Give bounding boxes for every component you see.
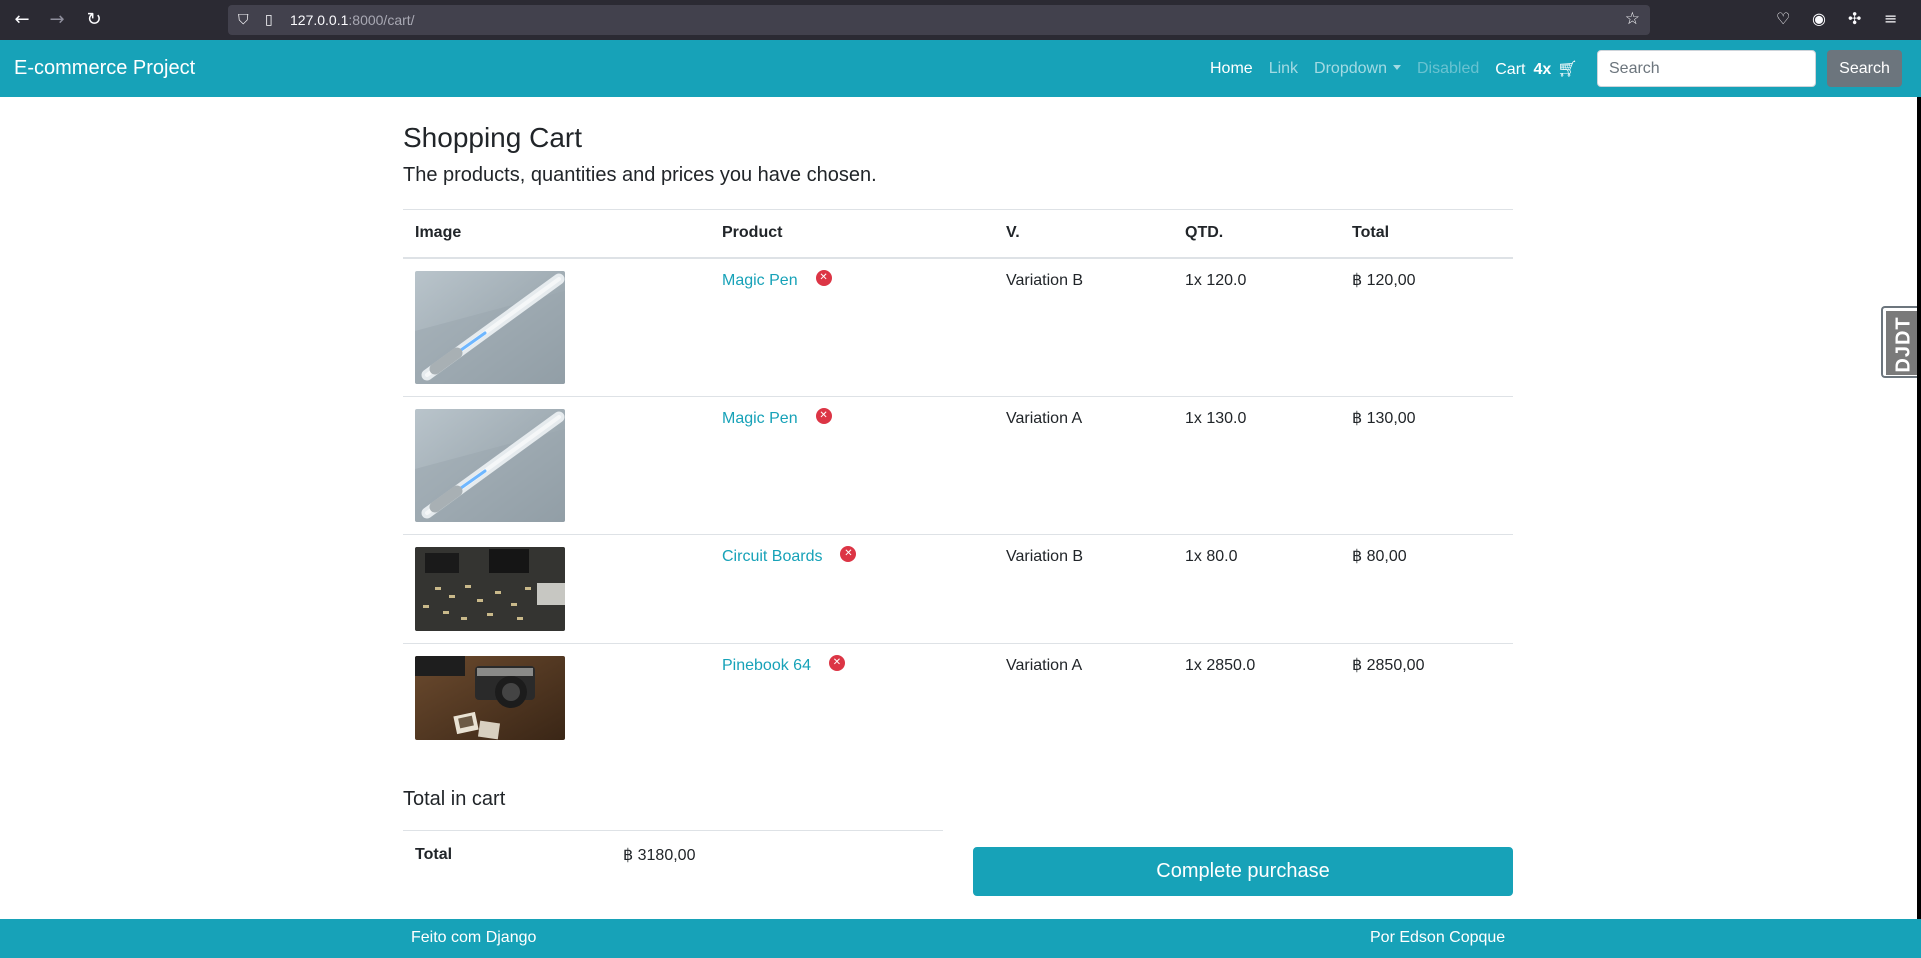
footer-right-text: Por Edson Copque bbox=[1370, 929, 1506, 946]
product-link[interactable]: Circuit Boards bbox=[722, 548, 822, 565]
variation-cell: Variation A bbox=[994, 642, 1173, 752]
table-header-row: Image Product V. QTD. Total bbox=[403, 209, 1513, 259]
account-icon[interactable]: ◉ bbox=[1812, 9, 1826, 28]
debug-toolbar-badge: DJDT bbox=[1886, 311, 1920, 375]
forward-arrow-icon[interactable]: → bbox=[45, 8, 69, 32]
variation-cell: Variation B bbox=[1006, 271, 1084, 289]
back-arrow-icon[interactable]: ← bbox=[10, 8, 34, 32]
nav-dropdown-label: Dropdown bbox=[1314, 59, 1387, 77]
star-icon[interactable]: ☆ bbox=[1625, 9, 1640, 29]
nav-home[interactable]: Home bbox=[1210, 60, 1253, 78]
page-icon: ▯ bbox=[265, 12, 273, 28]
search-input[interactable] bbox=[1597, 50, 1816, 87]
total-cell: ฿ 2850,00 bbox=[1340, 642, 1513, 752]
image-cell bbox=[403, 395, 710, 534]
variation-cell: Variation B bbox=[994, 533, 1173, 643]
total-cell: ฿ 80,00 bbox=[1340, 533, 1513, 643]
nav-links: Home Link Dropdown Disabled Cart 4x 🛒︎ bbox=[1210, 40, 1594, 97]
summary-table: Total ฿ 3180,00 bbox=[403, 830, 943, 879]
quantity-cell: 1x 80.0 bbox=[1173, 533, 1340, 643]
nav-disabled: Disabled bbox=[1416, 59, 1480, 77]
header-product: Product bbox=[710, 209, 994, 259]
pocket-icon[interactable]: ♡ bbox=[1776, 9, 1790, 28]
total-cell: ฿ 120,00 bbox=[1352, 271, 1416, 289]
page-title: Shopping Cart bbox=[403, 122, 583, 153]
product-cell: Circuit Boards ✕ bbox=[710, 533, 994, 643]
nav-cart[interactable]: Cart 4x 🛒︎ bbox=[1495, 59, 1577, 79]
site-footer: Feito com Django Por Edson Copque bbox=[0, 919, 1921, 958]
debug-toolbar-handle[interactable]: DJDT bbox=[1881, 306, 1921, 378]
total-cell: ฿ 130,00 bbox=[1340, 395, 1513, 534]
cart-count-badge: 4x bbox=[1533, 60, 1552, 78]
header-variation: V. bbox=[994, 209, 1173, 259]
site-navbar: E-commerce Project Home Link Dropdown Di… bbox=[0, 40, 1921, 97]
header-total: Total bbox=[1340, 209, 1513, 259]
product-cell: Magic Pen ✕ bbox=[710, 258, 994, 397]
product-link[interactable]: Magic Pen bbox=[722, 272, 798, 289]
footer-left-text: Feito com Django bbox=[411, 929, 537, 946]
debug-toolbar-label: DJDT bbox=[1892, 316, 1915, 373]
url-path: :8000/cart/ bbox=[348, 12, 415, 28]
product-image-camera[interactable] bbox=[415, 655, 565, 740]
product-link[interactable]: Magic Pen bbox=[722, 410, 798, 427]
page-lead: The products, quantities and prices you … bbox=[403, 164, 877, 186]
image-cell bbox=[403, 258, 710, 397]
table-row: Magic Pen ✕ Variation B 1x 120.0 ฿ 120,00 bbox=[403, 258, 1513, 397]
product-cell: Pinebook 64 ✕ bbox=[710, 642, 994, 752]
table-row: Magic Pen ✕ Variation A 1x 130.0 ฿ 130,00 bbox=[403, 395, 1513, 534]
quantity-cell: 1x 120.0 bbox=[1185, 271, 1247, 289]
image-cell bbox=[403, 642, 710, 752]
total-heading: Total in cart bbox=[403, 788, 506, 810]
product-cell: Magic Pen ✕ bbox=[710, 395, 994, 534]
product-link[interactable]: Pinebook 64 bbox=[722, 657, 811, 674]
url-text[interactable]: 127.0.0.1:8000/cart/ bbox=[290, 12, 415, 28]
image-cell bbox=[403, 533, 710, 643]
menu-icon[interactable]: ≡ bbox=[1884, 9, 1897, 28]
table-row: Pinebook 64 ✕ Variation A 1x 2850.0 ฿ 285… bbox=[403, 642, 1513, 752]
table-row: Circuit Boards ✕ Variation B 1x 80.0 ฿ 80… bbox=[403, 533, 1513, 643]
quantity-cell: 1x 130.0 bbox=[1173, 395, 1340, 534]
variation-cell: Variation A bbox=[994, 395, 1173, 534]
caret-down-icon bbox=[1392, 64, 1401, 70]
remove-icon[interactable]: ✕ bbox=[840, 546, 857, 563]
address-bar[interactable]: ⛉ ▯ 127.0.0.1:8000/cart/ ☆ bbox=[228, 5, 1650, 35]
cart-label: Cart bbox=[1495, 60, 1526, 78]
summary-label: Total bbox=[403, 830, 611, 879]
product-image-pen[interactable] bbox=[415, 270, 565, 384]
shield-icon[interactable]: ⛉ bbox=[238, 10, 249, 30]
remove-icon[interactable]: ✕ bbox=[828, 655, 845, 672]
remove-icon[interactable]: ✕ bbox=[815, 270, 832, 287]
header-quantity: QTD. bbox=[1173, 209, 1340, 259]
shopping-cart-icon: 🛒︎ bbox=[1557, 58, 1578, 78]
cart-table: Image Product V. QTD. Total Magic Pen ✕ … bbox=[403, 209, 1513, 752]
quantity-cell: 1x 2850.0 bbox=[1173, 642, 1340, 752]
remove-icon[interactable]: ✕ bbox=[815, 408, 832, 425]
url-host: 127.0.0.1 bbox=[290, 12, 349, 28]
brand-link[interactable]: E-commerce Project bbox=[14, 57, 195, 80]
reload-icon[interactable]: ↻ bbox=[82, 8, 106, 32]
page-edge-divider bbox=[1917, 97, 1921, 919]
complete-purchase-button[interactable]: Complete purchase bbox=[973, 847, 1513, 896]
browser-toolbar: ← → ↻ ⛉ ▯ 127.0.0.1:8000/cart/ ☆ ♡ ◉ ✣ ≡ bbox=[0, 0, 1921, 40]
summary-row: Total ฿ 3180,00 bbox=[403, 830, 943, 879]
product-image-pen[interactable] bbox=[415, 408, 565, 522]
nav-dropdown[interactable]: Dropdown bbox=[1314, 60, 1401, 78]
product-image-circuit-board[interactable] bbox=[415, 546, 565, 631]
extensions-icon[interactable]: ✣ bbox=[1848, 9, 1861, 28]
header-image: Image bbox=[403, 209, 710, 259]
nav-link[interactable]: Link bbox=[1269, 60, 1298, 78]
summary-value: ฿ 3180,00 bbox=[611, 830, 943, 879]
search-button[interactable]: Search bbox=[1827, 50, 1902, 87]
